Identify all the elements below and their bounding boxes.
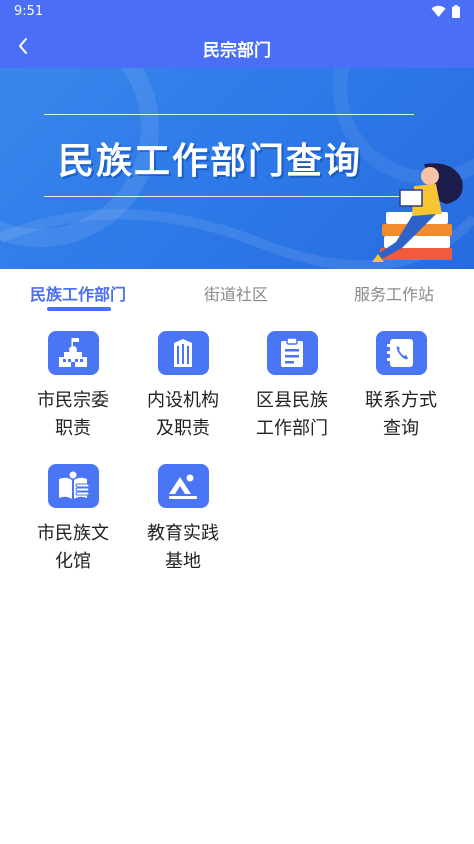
office-building-icon (157, 331, 209, 375)
tab-service-stations[interactable]: 服务工作站 (354, 281, 434, 305)
grid-item-education-practice-base[interactable]: 教育实践 基地 (128, 446, 238, 576)
page-title: 民宗部门 (203, 41, 271, 61)
status-bar: 9:51 (0, 0, 474, 24)
grid-item-ethnic-culture-center[interactable]: 市民族文 化馆 (18, 446, 128, 576)
banner-headline: 民族工作部门查询 (58, 141, 363, 182)
government-building-icon (47, 331, 99, 375)
grid-item-internal-institutions[interactable]: 内设机构 及职责 (128, 313, 238, 443)
tab-street-communities[interactable]: 街道社区 (204, 281, 268, 305)
grid-item-district-departments[interactable]: 区县民族 工作部门 (237, 313, 347, 443)
status-icons (431, 5, 460, 18)
grid-item-label: 市民族文 化馆 (37, 523, 109, 572)
grid-item-label: 联系方式 查询 (365, 390, 437, 439)
grid-item-label: 区县民族 工作部门 (256, 390, 328, 439)
reading-woman-illustration (372, 163, 463, 262)
grid-item-municipal-committee-duties[interactable]: 市民宗委 职责 (18, 313, 128, 443)
category-tabs: 民族工作部门 街道社区 服务工作站 (0, 269, 474, 313)
wifi-icon (431, 5, 446, 17)
banner: 民族工作部门查询 (0, 68, 474, 269)
status-time: 9:51 (14, 4, 44, 19)
grid-item-label: 内设机构 及职责 (147, 390, 219, 439)
mountain-image-icon (157, 464, 209, 508)
tab-ethnic-work-departments[interactable]: 民族工作部门 (30, 281, 126, 305)
reading-book-icon (47, 464, 99, 508)
battery-icon (452, 5, 460, 18)
grid-item-label: 教育实践 基地 (147, 523, 219, 572)
clipboard-icon (266, 331, 318, 375)
grid-item-label: 市民宗委 职责 (37, 390, 109, 439)
grid-item-contact-lookup[interactable]: 联系方式 查询 (346, 313, 456, 443)
navigation-bar: 民宗部门 (0, 24, 474, 68)
banner-top-rule (44, 114, 414, 115)
active-tab-indicator (47, 307, 111, 311)
phone-book-icon (375, 331, 427, 375)
banner-bottom-rule (44, 196, 414, 197)
